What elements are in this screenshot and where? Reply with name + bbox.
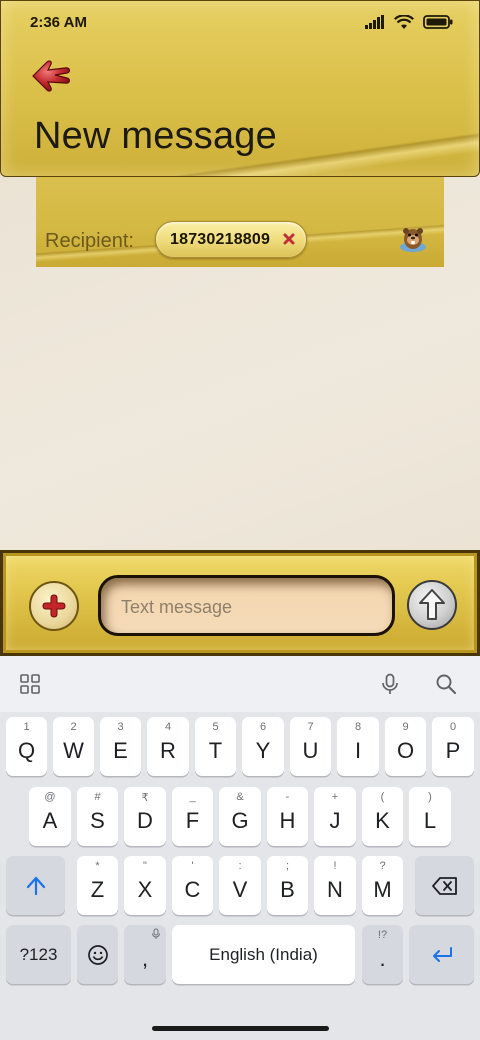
signal-icon xyxy=(365,15,384,29)
key-q[interactable]: 1Q xyxy=(6,717,47,776)
key-x[interactable]: " X xyxy=(124,856,166,915)
key-t[interactable]: 5T xyxy=(195,717,236,776)
enter-key[interactable] xyxy=(409,925,474,984)
key-w[interactable]: 2W xyxy=(53,717,94,776)
comma-key[interactable]: , xyxy=(124,925,166,984)
key-m[interactable]: ? M xyxy=(362,856,403,915)
keyboard-toolbar xyxy=(0,656,480,712)
recipient-label: Recipient: xyxy=(45,230,134,252)
space-key[interactable]: English (India) xyxy=(172,925,355,984)
message-input[interactable] xyxy=(121,594,381,620)
key-z[interactable]: * Z xyxy=(77,856,118,915)
key-l[interactable]: ) L xyxy=(409,787,451,846)
key-e[interactable]: 3E xyxy=(100,717,141,776)
battery-icon xyxy=(423,15,453,29)
key-d[interactable]: ₹ D xyxy=(124,787,166,846)
plus-icon xyxy=(42,594,66,618)
attach-button[interactable] xyxy=(29,581,79,631)
wifi-icon xyxy=(394,14,414,29)
arrow-up-icon xyxy=(419,589,445,620)
apps-grid-icon[interactable] xyxy=(18,672,42,696)
backspace-key[interactable] xyxy=(415,856,474,915)
key-c[interactable]: ' C xyxy=(172,856,213,915)
microphone-icon[interactable] xyxy=(378,672,402,696)
key-n[interactable]: ! N xyxy=(314,856,356,915)
key-p[interactable]: 0P xyxy=(432,717,474,776)
key-y[interactable]: 6Y xyxy=(242,717,284,776)
key-b[interactable]: ; B xyxy=(267,856,308,915)
search-icon[interactable] xyxy=(434,672,458,696)
home-indicator[interactable] xyxy=(152,1026,329,1031)
back-arrow-icon[interactable] xyxy=(29,56,73,96)
emoji-key[interactable] xyxy=(77,925,118,984)
keyboard: 1Q 2W 3E 4R 5T 6Y 7U 8I 9O 0P @ A # S ₹ D _… xyxy=(0,656,480,1040)
key-g[interactable]: & G xyxy=(219,787,261,846)
key-s[interactable]: # S xyxy=(77,787,118,846)
status-icons xyxy=(365,14,453,30)
send-button[interactable] xyxy=(407,580,457,630)
mic-hint-icon xyxy=(152,928,160,939)
status-bar: 2:36 AM xyxy=(1,1,480,43)
backspace-icon xyxy=(431,876,457,895)
remove-recipient-icon[interactable] xyxy=(282,232,296,246)
enter-icon xyxy=(432,946,452,962)
key-v[interactable]: :V xyxy=(219,856,261,915)
message-field[interactable] xyxy=(98,575,395,636)
recipient-chip-number: 18730218809 xyxy=(170,230,271,248)
key-o[interactable]: 9O xyxy=(385,717,426,776)
key-j[interactable]: + J xyxy=(314,787,356,846)
key-f[interactable]: _ F xyxy=(172,787,213,846)
page-title: New message xyxy=(34,115,277,157)
key-k[interactable]: (K xyxy=(362,787,403,846)
symbols-key[interactable]: ?123 xyxy=(6,925,71,984)
shift-arrow-icon xyxy=(26,876,45,895)
recipient-bar: Recipient: 18730218809 xyxy=(36,177,444,267)
key-i[interactable]: 8I xyxy=(337,717,379,776)
emoji-icon xyxy=(87,944,108,965)
key-h[interactable]: -H xyxy=(267,787,308,846)
compose-bar xyxy=(0,550,480,656)
shift-key[interactable] xyxy=(6,856,65,915)
header: 2:36 AM New message xyxy=(0,0,480,177)
period-key[interactable]: !?. xyxy=(362,925,403,984)
recipient-chip[interactable]: 18730218809 xyxy=(155,221,307,258)
key-r[interactable]: 4R xyxy=(147,717,189,776)
status-time: 2:36 AM xyxy=(30,13,87,31)
key-a[interactable]: @ A xyxy=(29,787,71,846)
beaver-contacts-icon[interactable] xyxy=(398,223,428,253)
key-u[interactable]: 7U xyxy=(290,717,331,776)
